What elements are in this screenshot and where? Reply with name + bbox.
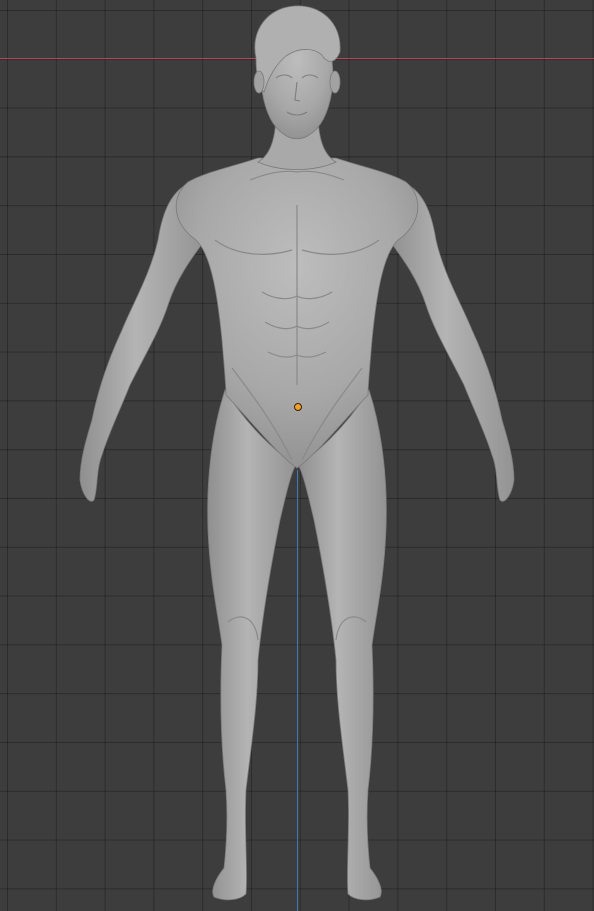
object-origin-point[interactable]: [294, 403, 302, 411]
right-ear: [329, 70, 341, 94]
3d-viewport[interactable]: [0, 0, 594, 911]
left-ear: [253, 70, 265, 94]
right-leg: [297, 389, 387, 901]
human-body-mesh[interactable]: [0, 0, 594, 911]
left-leg: [207, 389, 297, 901]
